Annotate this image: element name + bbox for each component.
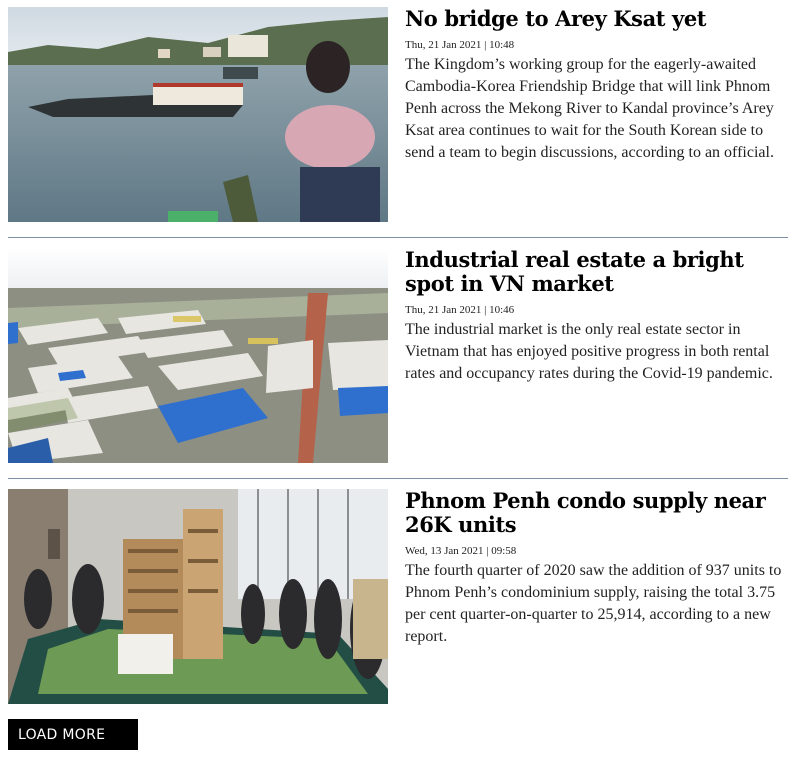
load-more-button[interactable]: LOAD MORE <box>8 719 138 750</box>
industrial-park-photo <box>8 248 388 463</box>
article-content: Phnom Penh condo supply near 26K units W… <box>405 489 788 704</box>
article-thumbnail-ferry[interactable] <box>8 7 388 222</box>
article-content: Industrial real estate a bright spot in … <box>405 248 788 463</box>
article-timestamp: Thu, 21 Jan 2021 | 10:48 <box>405 39 515 51</box>
ferry-river-photo <box>8 7 388 222</box>
article-card: No bridge to Arey Ksat yet Thu, 21 Jan 2… <box>8 7 788 222</box>
article-card: Phnom Penh condo supply near 26K units W… <box>8 489 788 704</box>
article-thumbnail-condo-model[interactable] <box>8 489 388 704</box>
article-timestamp: Wed, 13 Jan 2021 | 09:58 <box>405 545 517 557</box>
article-content: No bridge to Arey Ksat yet Thu, 21 Jan 2… <box>405 7 788 222</box>
article-thumbnail-industrial[interactable] <box>8 248 388 463</box>
article-card: Industrial real estate a bright spot in … <box>8 248 788 463</box>
article-headline[interactable]: No bridge to Arey Ksat yet <box>405 7 788 31</box>
article-summary: The industrial market is the only real e… <box>405 321 773 382</box>
condo-model-photo <box>8 489 388 704</box>
article-divider <box>8 478 788 479</box>
article-divider <box>8 237 788 238</box>
article-summary: The Kingdom’s working group for the eage… <box>405 56 774 161</box>
article-timestamp: Thu, 21 Jan 2021 | 10:46 <box>405 304 515 316</box>
article-headline[interactable]: Industrial real estate a bright spot in … <box>405 248 788 296</box>
article-headline[interactable]: Phnom Penh condo supply near 26K units <box>405 489 788 537</box>
article-summary: The fourth quarter of 2020 saw the addit… <box>405 562 782 645</box>
